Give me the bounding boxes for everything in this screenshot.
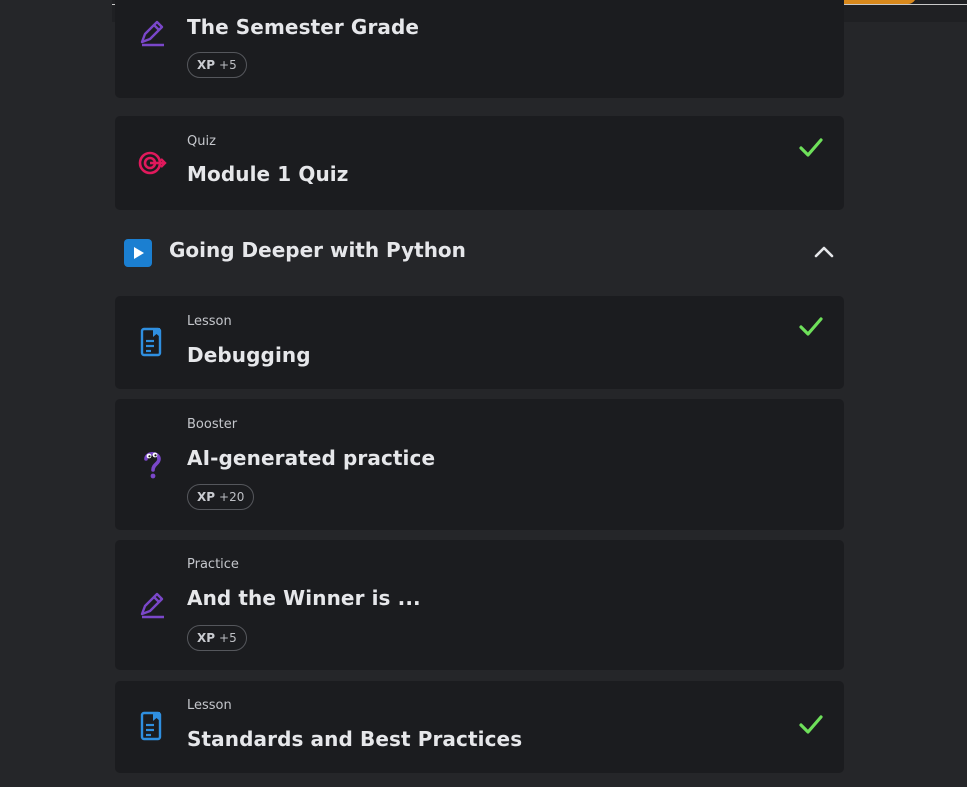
item-kind: Booster xyxy=(187,417,238,432)
item-card-lesson[interactable]: Lesson Debugging xyxy=(115,296,844,389)
item-kind: Quiz xyxy=(187,134,216,149)
xp-badge: XP +5 xyxy=(187,625,247,651)
section-title: Going Deeper with Python xyxy=(169,238,466,262)
xp-value: +20 xyxy=(219,490,245,504)
xp-value: +5 xyxy=(219,631,237,645)
item-card-practice[interactable]: The Semester Grade XP +5 xyxy=(115,0,844,98)
lesson-document-icon xyxy=(140,711,162,741)
chevron-up-icon[interactable] xyxy=(814,243,834,261)
question-mascot-icon xyxy=(144,451,161,479)
item-title: AI-generated practice xyxy=(187,446,436,470)
check-icon xyxy=(799,715,823,734)
item-title: The Semester Grade xyxy=(187,15,420,39)
item-card-practice[interactable]: Practice And the Winner is ... XP +5 xyxy=(115,540,844,670)
check-icon xyxy=(799,138,823,157)
play-icon xyxy=(124,239,152,267)
section-header[interactable]: Going Deeper with Python xyxy=(115,228,844,276)
item-title: Module 1 Quiz xyxy=(187,162,349,186)
lesson-document-icon xyxy=(140,327,162,357)
item-card-quiz[interactable]: Quiz Module 1 Quiz xyxy=(115,116,844,210)
item-card-booster[interactable]: Booster AI-generated practice XP +20 xyxy=(115,399,844,530)
xp-badge: XP +5 xyxy=(187,52,247,78)
xp-value: +5 xyxy=(219,58,237,72)
item-kind: Practice xyxy=(187,557,239,572)
pencil-icon xyxy=(140,592,164,619)
item-kind: Lesson xyxy=(187,698,232,713)
item-title: Standards and Best Practices xyxy=(187,727,523,751)
item-kind: Lesson xyxy=(187,314,232,329)
pencil-icon xyxy=(140,20,164,47)
item-card-lesson[interactable]: Lesson Standards and Best Practices xyxy=(115,681,844,773)
check-icon xyxy=(799,317,823,336)
target-icon xyxy=(138,151,167,175)
xp-label: XP xyxy=(197,58,216,72)
xp-label: XP xyxy=(197,490,216,504)
item-title: And the Winner is ... xyxy=(187,586,421,610)
course-page: The Semester Grade XP +5 Quiz Module 1 Q… xyxy=(0,0,967,787)
xp-label: XP xyxy=(197,631,216,645)
item-title: Debugging xyxy=(187,343,311,367)
xp-badge: XP +20 xyxy=(187,484,255,510)
